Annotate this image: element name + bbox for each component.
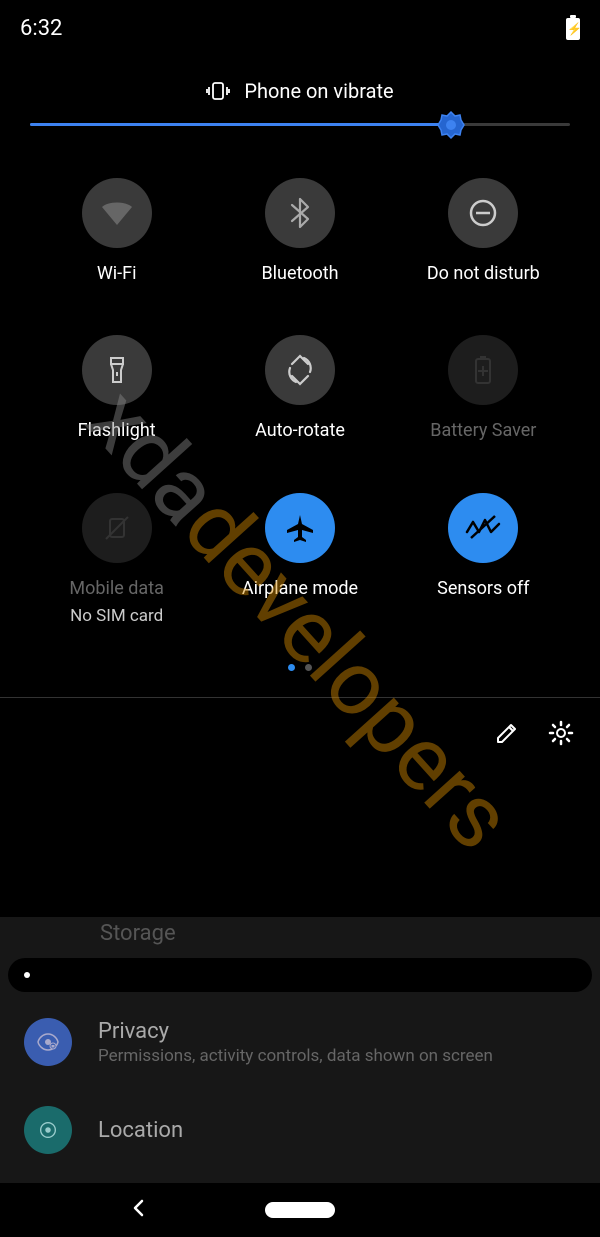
settings-item-location[interactable]: Location xyxy=(0,1086,600,1174)
sensors-off-icon xyxy=(448,493,518,563)
status-time: 6:32 xyxy=(20,16,62,41)
bluetooth-icon xyxy=(265,178,335,248)
back-button[interactable] xyxy=(130,1199,148,1221)
notification-collapsed[interactable] xyxy=(8,958,592,992)
tile-label: Bluetooth xyxy=(261,262,338,285)
settings-item-storage: Storage xyxy=(0,921,600,952)
mobile-data-icon xyxy=(82,493,152,563)
tile-label: Battery Saver xyxy=(430,419,536,442)
brightness-thumb-icon[interactable] xyxy=(436,110,466,140)
home-pill[interactable] xyxy=(265,1202,335,1218)
brightness-slider[interactable] xyxy=(0,123,600,146)
dnd-icon xyxy=(448,178,518,248)
tile-airplane-mode[interactable]: Airplane mode xyxy=(208,493,391,626)
status-bar: 6:32 xyxy=(0,0,600,51)
page-dot-1 xyxy=(288,664,295,671)
vibrate-icon xyxy=(206,80,230,102)
navigation-bar xyxy=(0,1183,600,1237)
pencil-icon xyxy=(495,721,519,745)
gear-icon xyxy=(548,720,574,746)
tile-battery-saver[interactable]: Battery Saver xyxy=(392,335,575,442)
wifi-icon xyxy=(82,178,152,248)
back-icon xyxy=(130,1199,148,1217)
tile-do-not-disturb[interactable]: Do not disturb xyxy=(392,178,575,285)
ringer-status[interactable]: Phone on vibrate xyxy=(0,51,600,123)
tile-label: Auto-rotate xyxy=(255,419,345,442)
ringer-status-label: Phone on vibrate xyxy=(244,79,393,103)
tile-label: Mobile data xyxy=(69,577,163,600)
tile-flashlight[interactable]: Flashlight xyxy=(25,335,208,442)
page-indicator xyxy=(0,646,600,689)
tile-label: Do not disturb xyxy=(427,262,540,285)
battery-charging-icon xyxy=(566,18,580,40)
settings-item-privacy[interactable]: Privacy Permissions, activity controls, … xyxy=(0,998,600,1086)
settings-title: Privacy xyxy=(98,1019,576,1044)
notification-dot xyxy=(24,972,30,978)
tile-label: Wi-Fi xyxy=(97,262,137,285)
tile-sublabel: No SIM card xyxy=(70,606,163,626)
page-dot-2 xyxy=(305,664,312,671)
edit-tiles-button[interactable] xyxy=(492,718,522,748)
tile-auto-rotate[interactable]: Auto-rotate xyxy=(208,335,391,442)
settings-title: Location xyxy=(98,1118,576,1143)
quick-settings-tiles: Wi-Fi Bluetooth Do not disturb xyxy=(0,146,600,646)
tile-label: Flashlight xyxy=(78,419,156,442)
airplane-icon xyxy=(265,493,335,563)
battery-saver-icon xyxy=(448,335,518,405)
flashlight-icon xyxy=(82,335,152,405)
auto-rotate-icon xyxy=(265,335,335,405)
tile-label: Sensors off xyxy=(437,577,529,600)
tile-label: Airplane mode xyxy=(242,577,358,600)
settings-button[interactable] xyxy=(546,718,576,748)
settings-subtitle: Permissions, activity controls, data sho… xyxy=(98,1046,576,1066)
tile-sensors-off[interactable]: Sensors off xyxy=(392,493,575,626)
privacy-icon xyxy=(24,1018,72,1066)
location-icon xyxy=(24,1106,72,1154)
tile-mobile-data[interactable]: Mobile data No SIM card xyxy=(25,493,208,626)
brightness-fill xyxy=(30,123,451,126)
tile-wifi[interactable]: Wi-Fi xyxy=(25,178,208,285)
quick-settings-footer xyxy=(0,698,600,770)
settings-background: Storage Privacy Permissions, activity co… xyxy=(0,917,600,1197)
tile-bluetooth[interactable]: Bluetooth xyxy=(208,178,391,285)
